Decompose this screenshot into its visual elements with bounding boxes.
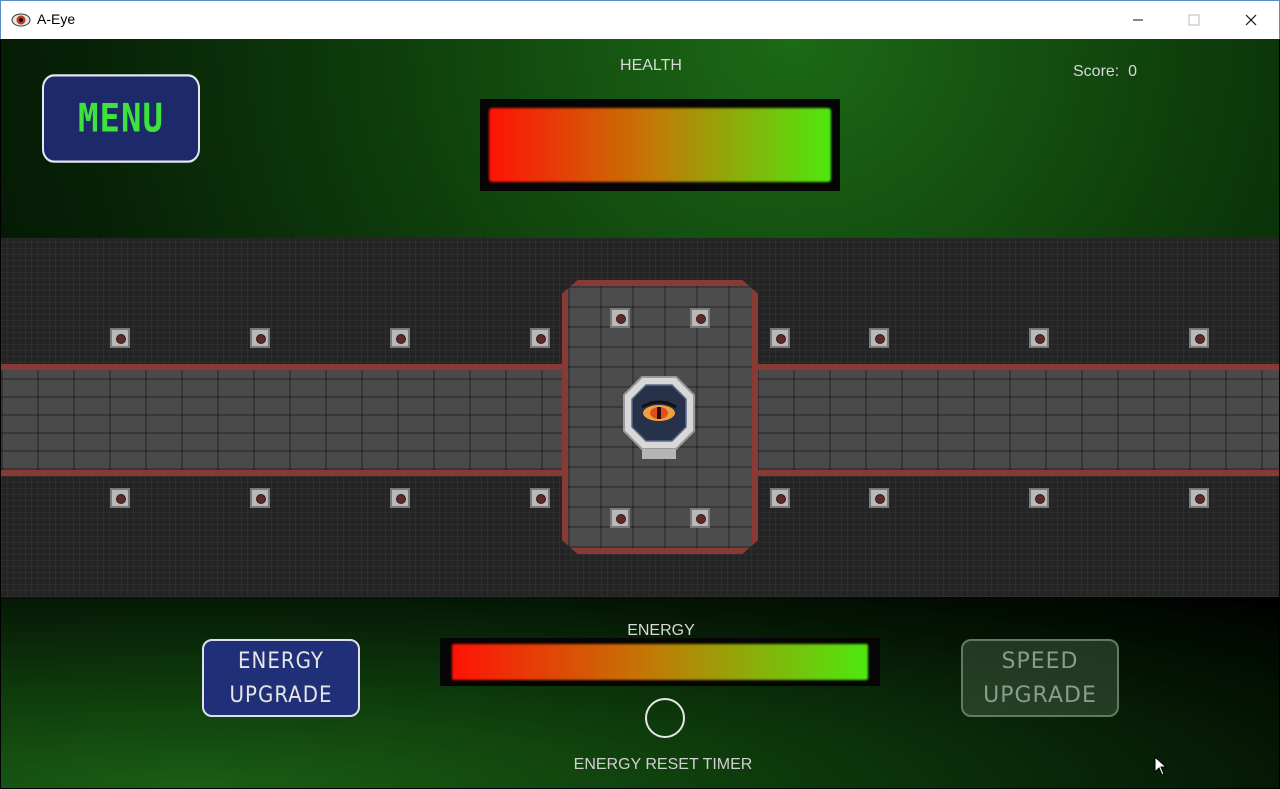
turret-slot[interactable] — [390, 328, 410, 348]
menu-button[interactable]: MENU — [42, 74, 200, 163]
game-viewport[interactable]: MENU HEALTH Score: 0 ENERGY UPGRADE ENER… — [1, 39, 1279, 788]
energy-reset-timer-label: ENERGY RESET TIMER — [573, 756, 753, 773]
window-titlebar: A-Eye — [0, 0, 1280, 39]
minimize-icon — [1133, 19, 1143, 21]
turret-slot[interactable] — [690, 508, 710, 528]
turret-slot[interactable] — [110, 328, 130, 348]
speed-upgrade-button[interactable]: SPEED UPGRADE — [961, 639, 1119, 717]
turret-slot[interactable] — [1189, 328, 1209, 348]
eye-icon — [11, 13, 31, 27]
turret-slot[interactable] — [110, 488, 130, 508]
turret-slot[interactable] — [869, 488, 889, 508]
health-label: HEALTH — [620, 57, 682, 74]
turret-slot[interactable] — [770, 328, 790, 348]
mouse-cursor-icon — [1154, 756, 1168, 776]
score-display: Score: 0 — [1073, 63, 1137, 81]
minimize-button[interactable] — [1110, 1, 1166, 39]
energy-upgrade-line-2: UPGRADE — [229, 683, 333, 708]
health-bar-fill — [489, 108, 831, 182]
turret-slot[interactable] — [770, 488, 790, 508]
turret-slot[interactable] — [1029, 328, 1049, 348]
turret-slot[interactable] — [530, 488, 550, 508]
energy-reset-timer — [645, 698, 685, 738]
maximize-icon — [1188, 14, 1200, 26]
score-value: 0 — [1128, 63, 1138, 80]
window-title: A-Eye — [37, 11, 76, 27]
energy-upgrade-button[interactable]: ENERGY UPGRADE — [202, 639, 360, 717]
speed-upgrade-line-1: SPEED — [1001, 649, 1079, 674]
turret-slot[interactable] — [690, 308, 710, 328]
turret-slot[interactable] — [1029, 488, 1049, 508]
turret-slot[interactable] — [250, 488, 270, 508]
turret-slot[interactable] — [530, 328, 550, 348]
turret-slot[interactable] — [610, 308, 630, 328]
maximize-button[interactable] — [1166, 1, 1222, 39]
energy-upgrade-line-1: ENERGY — [238, 649, 324, 674]
turret-slot[interactable] — [250, 328, 270, 348]
score-label: Score: — [1073, 63, 1120, 80]
close-button[interactable] — [1223, 1, 1279, 39]
eye-core[interactable] — [620, 373, 698, 461]
speed-upgrade-line-2: UPGRADE — [983, 683, 1097, 708]
turret-slot[interactable] — [869, 328, 889, 348]
energy-bar — [440, 638, 880, 686]
turret-slot[interactable] — [1189, 488, 1209, 508]
turret-slot[interactable] — [610, 508, 630, 528]
health-bar — [480, 99, 840, 191]
energy-bar-fill — [452, 644, 868, 680]
turret-slot[interactable] — [390, 488, 410, 508]
close-icon — [1245, 14, 1257, 26]
